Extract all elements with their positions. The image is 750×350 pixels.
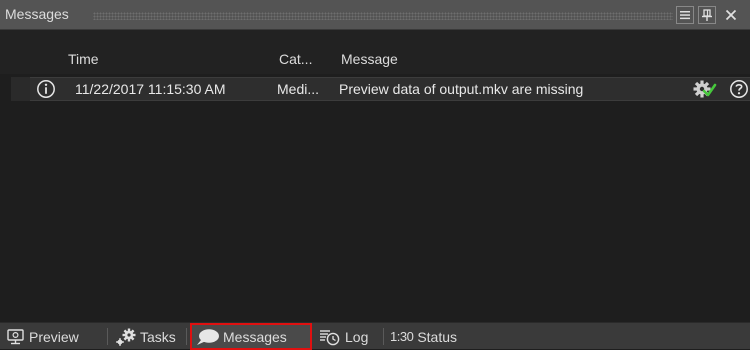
row-indicator bbox=[11, 77, 30, 101]
tab-separator bbox=[107, 328, 108, 345]
tab-messages-label: Messages bbox=[223, 328, 287, 345]
tab-tasks[interactable]: Tasks bbox=[115, 323, 176, 350]
column-header-message[interactable]: Message bbox=[341, 51, 398, 67]
speech-bubble-icon bbox=[196, 328, 220, 346]
tab-separator bbox=[383, 328, 384, 345]
help-icon[interactable] bbox=[729, 79, 749, 99]
hamburger-icon bbox=[680, 11, 690, 20]
tab-tasks-label: Tasks bbox=[140, 328, 176, 345]
tasks-gears-icon bbox=[115, 328, 137, 346]
column-header-time[interactable]: Time bbox=[68, 51, 99, 67]
panel-close-button[interactable] bbox=[722, 6, 740, 24]
tab-log[interactable]: Log bbox=[318, 323, 368, 350]
tab-log-label: Log bbox=[345, 328, 369, 345]
tab-status[interactable]: 1:30 Status bbox=[390, 323, 457, 350]
gear-check-icon[interactable] bbox=[693, 79, 717, 99]
panel-title: Messages bbox=[5, 6, 69, 22]
panel-pin-button[interactable] bbox=[698, 6, 716, 24]
status-time-prefix: 1:30 bbox=[390, 329, 414, 344]
panel-menu-button[interactable] bbox=[676, 6, 694, 24]
log-clock-icon bbox=[318, 328, 342, 346]
preview-monitor-icon bbox=[6, 328, 26, 346]
close-icon bbox=[725, 9, 737, 21]
message-time: 11/22/2017 11:15:30 AM bbox=[75, 81, 226, 97]
title-bar-grip[interactable] bbox=[93, 12, 673, 20]
bottom-tab-bar: Preview Tasks Messages Log 1:30 Status bbox=[0, 322, 750, 350]
pin-icon bbox=[702, 9, 712, 21]
message-text: Preview data of output.mkv are missing bbox=[339, 81, 584, 97]
tab-preview-label: Preview bbox=[29, 328, 79, 345]
panel-title-bar: Messages bbox=[0, 0, 750, 30]
tab-preview[interactable]: Preview bbox=[6, 323, 79, 350]
info-icon bbox=[37, 80, 55, 98]
tab-status-label: Status bbox=[417, 328, 458, 345]
message-category: Medi... bbox=[277, 81, 320, 97]
column-header-category[interactable]: Cat... bbox=[279, 51, 312, 67]
tab-separator bbox=[186, 328, 187, 345]
tab-messages[interactable]: Messages bbox=[190, 323, 312, 350]
message-list-header: Time Cat... Message bbox=[0, 30, 750, 74]
message-row[interactable]: 11/22/2017 11:15:30 AM Medi... Preview d… bbox=[30, 77, 750, 101]
